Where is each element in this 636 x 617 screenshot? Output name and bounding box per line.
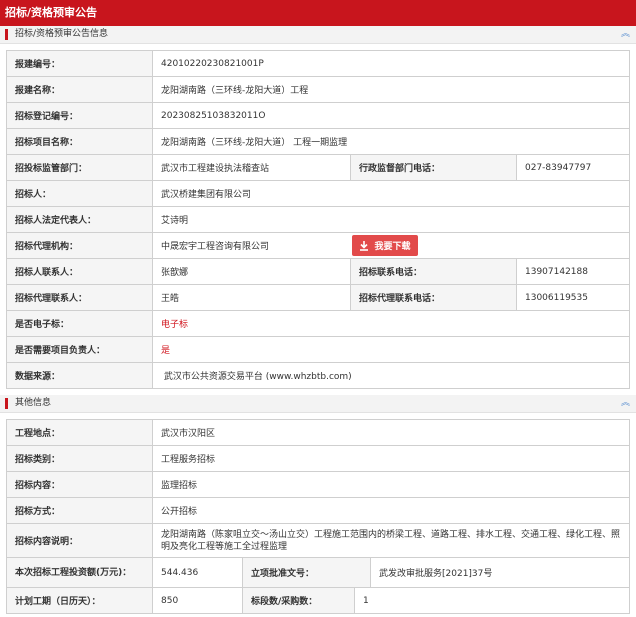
table-row: 报建名称： 龙阳湖南路（三环线-龙阳大道）工程 (6, 77, 630, 103)
field-value: 1 (354, 588, 630, 613)
field-value: 13907142188 (516, 259, 630, 284)
section-title: 招标/资格预审公告信息 (15, 29, 109, 39)
table-row: 招标类别： 工程服务招标 (6, 446, 630, 472)
field-value: 张歆娜 (152, 259, 350, 284)
field-value: 监理招标 (152, 472, 630, 497)
field-label: 是否电子标： (6, 311, 152, 336)
field-label: 计划工期（日历天）： (6, 588, 152, 613)
field-label: 招标代理机构： (6, 233, 152, 258)
download-button-label: 我要下载 (374, 242, 411, 252)
field-label: 招标内容说明： (6, 524, 152, 557)
field-value: 龙阳湖南路（三环线-龙阳大道） 工程一期监理 (152, 129, 630, 154)
field-label: 报建名称： (6, 77, 152, 102)
field-label: 报建编号： (6, 51, 152, 76)
other-info-table: 工程地点： 武汉市汉阳区 招标类别： 工程服务招标 招标内容： 监理招标 招标方… (6, 419, 630, 614)
field-label: 招标人： (6, 181, 152, 206)
table-row: 招投标监管部门： 武汉市工程建设执法稽查站 行政监督部门电话： 027-8394… (6, 155, 630, 181)
field-value: 武汉市工程建设执法稽查站 (152, 155, 350, 180)
field-value: 公开招标 (152, 498, 630, 523)
field-label: 行政监督部门电话： (350, 155, 516, 180)
table-row: 招标代理联系人： 王皓 招标代理联系电话： 13006119535 (6, 285, 630, 311)
field-label: 招标代理联系人： (6, 285, 152, 310)
section-marker (5, 398, 8, 409)
field-value: 13006119535 (516, 285, 630, 310)
download-button[interactable]: 我要下载 (352, 235, 418, 256)
section-header-other-info[interactable]: 其他信息 ︽ (0, 395, 636, 413)
table-row: 是否电子标： 电子标 (6, 311, 630, 337)
chevron-up-icon[interactable]: ︽ (621, 26, 630, 43)
field-label: 招标项目名称： (6, 129, 152, 154)
field-label: 招标代理联系电话： (350, 285, 516, 310)
table-row: 报建编号： 42010220230821001P (6, 51, 630, 77)
field-value: 544.436 (152, 558, 242, 587)
field-label: 数据来源： (6, 363, 152, 388)
table-row: 招标登记编号： 20230825103832011O (6, 103, 630, 129)
page-title: 招标/资格预审公告 (0, 0, 636, 26)
field-value: 武汉市汉阳区 (152, 420, 630, 445)
table-row: 招标方式： 公开招标 (6, 498, 630, 524)
notice-info-table: 报建编号： 42010220230821001P 报建名称： 龙阳湖南路（三环线… (6, 50, 630, 389)
field-value: 是 (152, 337, 630, 362)
table-row: 数据来源： 武汉市公共资源交易平台 (www.whzbtb.com) (6, 363, 630, 389)
field-value: 42010220230821001P (152, 51, 630, 76)
field-label: 工程地点： (6, 420, 152, 445)
field-label: 招标人法定代表人： (6, 207, 152, 232)
field-label: 招标内容： (6, 472, 152, 497)
field-value: 20230825103832011O (152, 103, 630, 128)
field-label: 招标类别： (6, 446, 152, 471)
table-row: 招标人联系人： 张歆娜 招标联系电话： 13907142188 (6, 259, 630, 285)
field-label: 招标方式： (6, 498, 152, 523)
field-label: 立项批准文号： (242, 558, 370, 587)
section-title: 其他信息 (15, 398, 52, 408)
field-value: 王皓 (152, 285, 350, 310)
field-label: 招标人联系人： (6, 259, 152, 284)
field-value: 武汉桥建集团有限公司 (152, 181, 630, 206)
field-value: 武发改审批服务[2021]37号 (370, 558, 630, 587)
field-value: 027-83947797 (516, 155, 630, 180)
table-row: 招标内容说明： 龙阳湖南路（陈家咀立交～汤山立交）工程施工范围内的桥梁工程、道路… (6, 524, 630, 558)
table-row: 计划工期（日历天）： 850 标段数/采购数： 1 (6, 588, 630, 614)
field-value: 工程服务招标 (152, 446, 630, 471)
field-value: 龙阳湖南路（陈家咀立交～汤山立交）工程施工范围内的桥梁工程、道路工程、排水工程、… (152, 524, 630, 557)
field-label: 本次招标工程投资额(万元)： (6, 558, 152, 587)
download-icon (360, 240, 369, 251)
field-value: 电子标 (152, 311, 630, 336)
field-label: 招投标监管部门： (6, 155, 152, 180)
table-row: 招标项目名称： 龙阳湖南路（三环线-龙阳大道） 工程一期监理 (6, 129, 630, 155)
table-row: 工程地点： 武汉市汉阳区 (6, 420, 630, 446)
table-row: 本次招标工程投资额(万元)： 544.436 立项批准文号： 武发改审批服务[2… (6, 558, 630, 588)
field-label: 招标登记编号： (6, 103, 152, 128)
chevron-up-icon[interactable]: ︽ (621, 395, 630, 412)
field-value: 武汉市公共资源交易平台 (www.whzbtb.com) (152, 363, 630, 388)
field-value: 龙阳湖南路（三环线-龙阳大道）工程 (152, 77, 630, 102)
field-label: 是否需要项目负责人： (6, 337, 152, 362)
table-row: 是否需要项目负责人： 是 (6, 337, 630, 363)
table-row: 招标人： 武汉桥建集团有限公司 (6, 181, 630, 207)
field-label: 标段数/采购数： (242, 588, 354, 613)
table-row: 招标内容： 监理招标 (6, 472, 630, 498)
table-row: 招标人法定代表人： 艾诗明 (6, 207, 630, 233)
field-value: 艾诗明 (152, 207, 630, 232)
section-marker (5, 29, 8, 40)
table-row: 招标代理机构： 中晟宏宇工程咨询有限公司 我要下载 (6, 233, 630, 259)
field-value: 850 (152, 588, 242, 613)
section-header-notice-info[interactable]: 招标/资格预审公告信息 ︽ (0, 26, 636, 44)
field-label: 招标联系电话： (350, 259, 516, 284)
